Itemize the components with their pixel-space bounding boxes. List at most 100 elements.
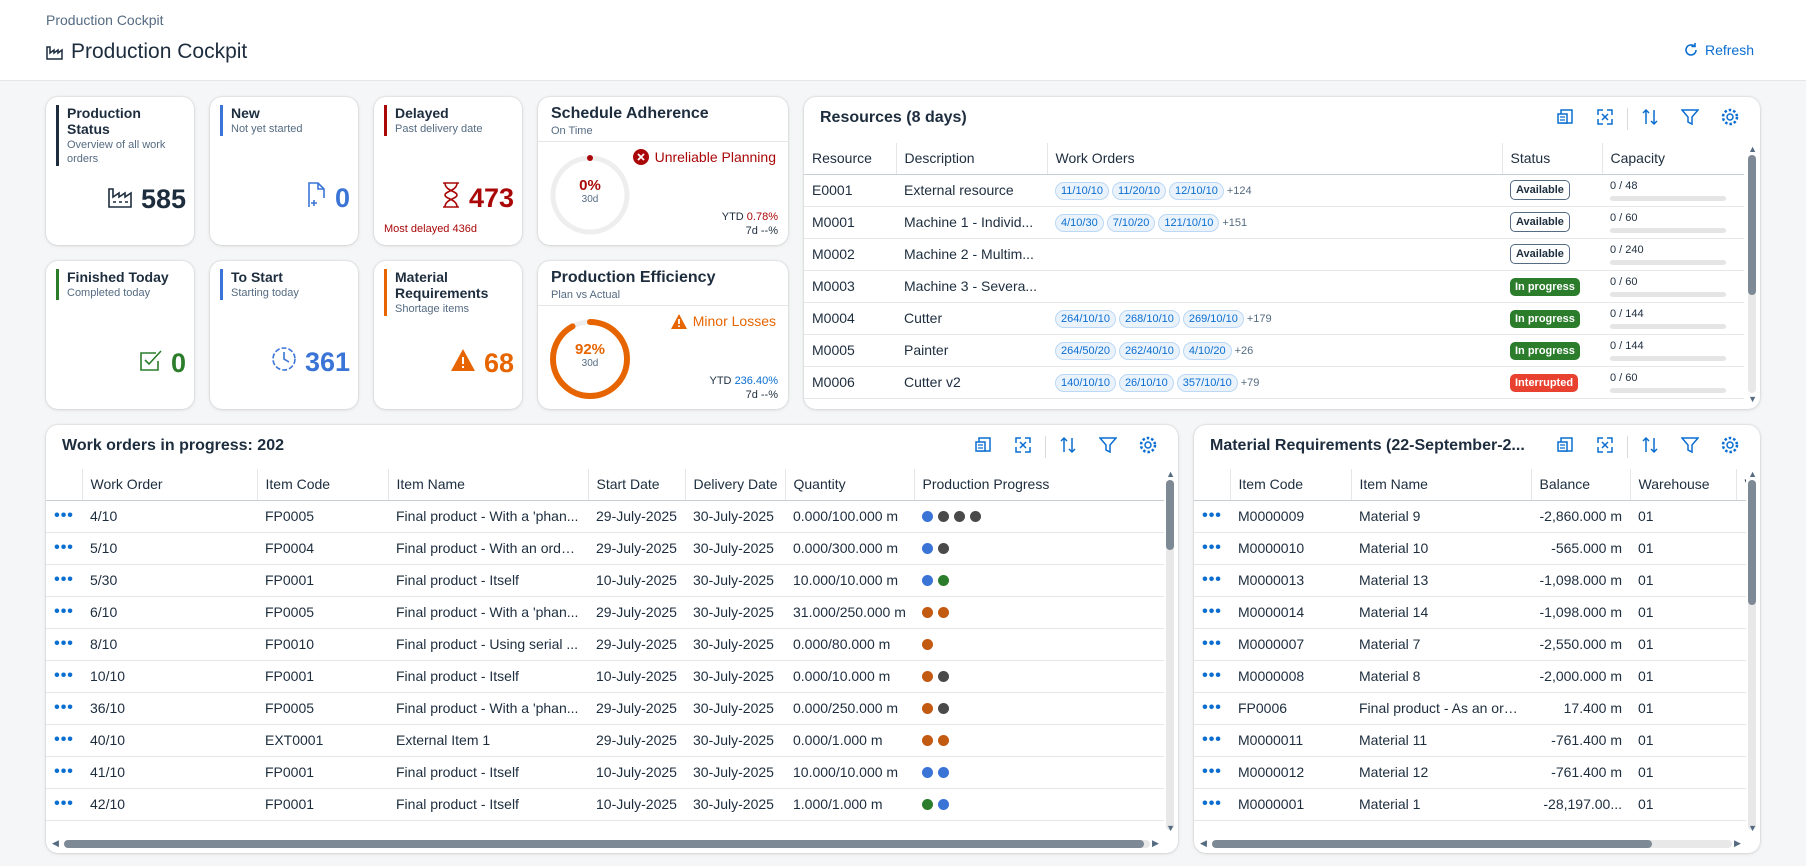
row-actions-icon[interactable]: ••• — [1194, 532, 1230, 565]
filter-button[interactable] — [1088, 435, 1128, 459]
column-header[interactable]: Work Order — [82, 469, 258, 501]
row-actions-icon[interactable]: ••• — [46, 500, 82, 533]
table-row[interactable]: ••• M0000014 Material 14 -1,098.000 m 01 — [1194, 596, 1746, 629]
vertical-scrollbar[interactable] — [1748, 155, 1756, 393]
table-row[interactable]: M0006 Cutter v2 140/10/10 26/10/10 357/10/10… — [804, 366, 1744, 399]
fullscreen-button[interactable] — [1585, 435, 1625, 459]
column-header[interactable]: Item Code — [1230, 469, 1352, 501]
table-row[interactable]: M0002 Machine 2 - Multim... Available 0 / 2… — [804, 238, 1744, 271]
schedule-adherence-card[interactable]: Schedule Adherence On Time 0% 30d Unrelia… — [538, 97, 788, 245]
column-header[interactable]: Status — [1502, 143, 1603, 175]
table-row[interactable]: ••• 42/10 FP0001 Final product - Itself 10-J… — [46, 788, 1164, 821]
work-order-tag[interactable]: 12/10/10 — [1169, 181, 1224, 200]
column-header[interactable]: Balance — [1531, 469, 1631, 501]
kpi-card-new[interactable]: New Not yet started 0 — [210, 97, 358, 245]
kpi-card-to-start[interactable]: To Start Starting today 361 — [210, 261, 358, 409]
work-order-tag[interactable]: 4/10/20 — [1182, 341, 1232, 360]
export-button[interactable] — [1545, 107, 1585, 131]
scroll-down-icon[interactable]: ▼ — [1166, 823, 1175, 833]
table-row[interactable]: ••• 5/10 FP0004 Final product - With an ord… — [46, 532, 1164, 565]
column-header[interactable]: Description — [896, 143, 1048, 175]
filter-button[interactable] — [1670, 435, 1710, 459]
table-row[interactable]: ••• M0000011 Material 11 -761.400 m 01 — [1194, 724, 1746, 757]
table-row[interactable]: M0004 Cutter 264/10/10 268/10/10 269/10/10 +1… — [804, 302, 1744, 335]
work-order-tag[interactable]: 357/10/10 — [1176, 373, 1238, 392]
row-actions-icon[interactable]: ••• — [1194, 628, 1230, 661]
settings-gear-button[interactable] — [1128, 435, 1168, 459]
table-row[interactable]: ••• M0000009 Material 9 -2,860.000 m 01 — [1194, 500, 1746, 533]
refresh-button[interactable]: Refresh — [1683, 42, 1754, 58]
sort-button[interactable] — [1048, 435, 1088, 459]
table-row[interactable]: M0001 Machine 1 - Individ... 4/10/30 7/10/2… — [804, 206, 1744, 239]
export-button[interactable] — [1545, 435, 1585, 459]
table-row[interactable]: ••• M0000007 Material 7 -2,550.000 m 01 — [1194, 628, 1746, 661]
scroll-right-icon[interactable]: ▶ — [1152, 838, 1159, 849]
settings-gear-button[interactable] — [1710, 107, 1750, 131]
table-row[interactable]: ••• 4/10 FP0005 Final product - With a 'pha… — [46, 500, 1164, 533]
table-row[interactable]: ••• FP0006 Final product - As an ord... 17.… — [1194, 692, 1746, 725]
work-order-tag[interactable]: 11/10/10 — [1055, 181, 1110, 200]
work-order-tag[interactable]: 264/50/20 — [1055, 341, 1116, 360]
row-actions-icon[interactable]: ••• — [1194, 724, 1230, 757]
more-count[interactable]: +79 — [1241, 377, 1260, 389]
work-order-tag[interactable]: 26/10/10 — [1118, 373, 1174, 392]
row-actions-icon[interactable]: ••• — [1194, 788, 1230, 821]
column-header[interactable]: Resource — [804, 143, 897, 175]
table-row[interactable]: M0005 Painter 264/50/20 262/40/10 4/10/20 +26… — [804, 334, 1744, 367]
table-row[interactable]: ••• M0000010 Material 10 -565.000 m 01 — [1194, 532, 1746, 565]
column-header[interactable]: Item Code — [257, 469, 389, 501]
vertical-scrollbar[interactable] — [1748, 480, 1756, 830]
row-actions-icon[interactable]: ••• — [46, 692, 82, 725]
scroll-down-icon[interactable]: ▼ — [1748, 394, 1757, 404]
sort-button[interactable] — [1630, 107, 1670, 131]
fullscreen-button[interactable] — [1003, 435, 1043, 459]
scroll-up-icon[interactable]: ▲ — [1166, 469, 1175, 479]
work-order-tag[interactable]: 269/10/10 — [1182, 309, 1244, 328]
table-row[interactable]: ••• 40/10 EXT0001 External Item 1 29-July-20… — [46, 724, 1164, 757]
row-actions-icon[interactable]: ••• — [46, 660, 82, 693]
work-order-tag[interactable]: 264/10/10 — [1055, 309, 1116, 328]
settings-gear-button[interactable] — [1710, 435, 1750, 459]
row-actions-icon[interactable]: ••• — [46, 724, 82, 757]
column-header[interactable]: Capacity — [1602, 143, 1744, 175]
horizontal-scrollbar[interactable] — [1212, 840, 1732, 848]
table-row[interactable]: ••• M0000012 Material 12 -761.400 m 01 — [1194, 756, 1746, 789]
column-header[interactable]: Start Date — [588, 469, 686, 501]
table-row[interactable]: ••• 36/10 FP0005 Final product - With a 'ph… — [46, 692, 1164, 725]
row-actions-icon[interactable]: ••• — [46, 756, 82, 789]
column-header[interactable]: Item Name — [388, 469, 589, 501]
column-header[interactable]: Production Progress — [914, 469, 1164, 501]
more-count[interactable]: +26 — [1235, 345, 1254, 357]
table-row[interactable]: ••• M0000013 Material 13 -1,098.000 m 01 — [1194, 564, 1746, 597]
filter-button[interactable] — [1670, 107, 1710, 131]
row-actions-icon[interactable]: ••• — [1194, 692, 1230, 725]
scroll-left-icon[interactable]: ◀ — [52, 838, 59, 849]
breadcrumb[interactable]: Production Cockpit — [46, 12, 164, 28]
table-row[interactable]: M0003 Machine 3 - Severa... In progress 0 /… — [804, 270, 1744, 303]
work-order-tag[interactable]: 7/10/20 — [1106, 213, 1156, 232]
work-order-tag[interactable]: 262/40/10 — [1118, 341, 1180, 360]
row-actions-icon[interactable]: ••• — [46, 532, 82, 565]
horizontal-scrollbar[interactable] — [64, 840, 1150, 848]
table-row[interactable]: ••• 6/10 FP0005 Final product - With a 'pha… — [46, 596, 1164, 629]
row-actions-icon[interactable]: ••• — [46, 788, 82, 821]
row-actions-icon[interactable]: ••• — [1194, 500, 1230, 533]
kpi-card-finished-today[interactable]: Finished Today Completed today 0 — [46, 261, 194, 409]
scroll-down-icon[interactable]: ▼ — [1748, 823, 1757, 833]
scroll-left-icon[interactable]: ◀ — [1200, 838, 1207, 849]
row-actions-icon[interactable]: ••• — [46, 628, 82, 661]
more-count[interactable]: +151 — [1222, 217, 1247, 229]
work-order-tag[interactable]: 11/20/10 — [1112, 181, 1167, 200]
scroll-up-icon[interactable]: ▲ — [1748, 144, 1757, 154]
scroll-up-icon[interactable]: ▲ — [1748, 469, 1757, 479]
table-row[interactable]: ••• 41/10 FP0001 Final product - Itself 10-J… — [46, 756, 1164, 789]
table-row[interactable]: ••• M0000001 Material 1 -28,197.00... 01 — [1194, 788, 1746, 821]
table-row[interactable]: ••• M0000008 Material 8 -2,000.000 m 01 — [1194, 660, 1746, 693]
column-header[interactable]: Work Orders — [1047, 143, 1503, 175]
vertical-scrollbar[interactable] — [1166, 480, 1174, 830]
row-actions-icon[interactable]: ••• — [1194, 564, 1230, 597]
work-order-tag[interactable]: 4/10/30 — [1055, 213, 1104, 232]
row-actions-icon[interactable]: ••• — [46, 596, 82, 629]
table-row[interactable]: E0001 External resource 11/10/10 11/20/10 12… — [804, 174, 1744, 207]
row-actions-icon[interactable]: ••• — [1194, 660, 1230, 693]
